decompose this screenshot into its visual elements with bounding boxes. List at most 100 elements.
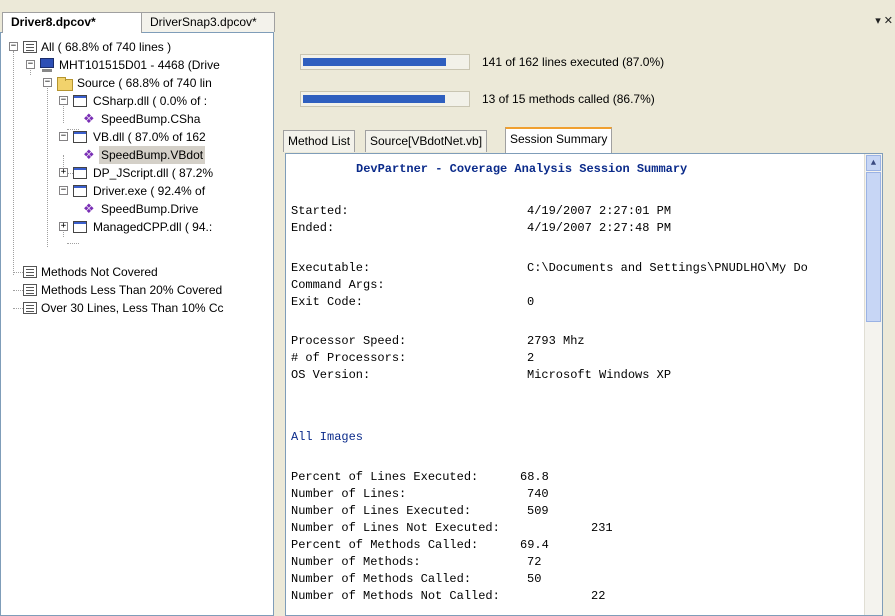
stat-value: 740 <box>527 487 549 501</box>
tree-node-label: DP_JScript.dll ( 87.2% <box>93 166 214 180</box>
collapse-icon[interactable]: − <box>26 60 35 69</box>
processors-value: 2 <box>527 351 535 365</box>
dll-icon <box>73 221 87 233</box>
stat-value: 72 <box>527 555 542 569</box>
tree-node-speedbump-vbdotnet[interactable]: ❖ SpeedBump.VBdot <box>1 146 273 164</box>
stat-label: Number of Lines Executed: <box>291 504 472 518</box>
tree-node-label: Driver.exe ( 92.4% of <box>93 184 206 198</box>
processors-label: # of Processors: <box>291 351 407 365</box>
tab-method-list[interactable]: Method List <box>283 130 356 152</box>
session-summary-report[interactable]: DevPartner - Coverage Analysis Session S… <box>285 153 883 616</box>
collapse-icon[interactable]: − <box>43 78 52 87</box>
tree-node-label: Over 30 Lines, Less Than 10% Cc <box>41 301 224 315</box>
coverage-tree[interactable]: − All ( 68.8% of 740 lines ) − MHT101515… <box>0 32 274 616</box>
stat-value: 231 <box>591 521 613 535</box>
stat-label: Number of Lines Not Executed: <box>291 521 500 535</box>
started-value: 4/19/2007 2:27:01 PM <box>527 204 672 218</box>
tree-node-driver-exe[interactable]: − Driver.exe ( 92.4% of <box>1 182 273 200</box>
stat-label: Percent of Lines Executed: <box>291 470 479 484</box>
os-version-value: Microsoft Windows XP <box>527 368 672 382</box>
tree-node-label: Methods Not Covered <box>41 265 158 279</box>
details-pane: 141 of 162 lines executed (87.0%) 13 of … <box>278 32 895 616</box>
collapse-icon[interactable]: − <box>59 132 68 141</box>
stat-value: 22 <box>591 589 606 603</box>
tree-node-methods-not-covered[interactable]: Methods Not Covered <box>1 263 273 281</box>
tree-node-machine[interactable]: − MHT101515D01 - 4468 (Drive <box>1 56 273 74</box>
list-icon <box>23 302 37 314</box>
tab-menu-icon[interactable]: ▾ ✕ <box>875 14 893 27</box>
ended-value: 4/19/2007 2:27:48 PM <box>527 221 672 235</box>
stat-label: Percent of Methods Called: <box>291 538 479 552</box>
tree-node-label: VB.dll ( 87.0% of 162 <box>93 130 206 144</box>
stat-label: Number of Lines: <box>291 487 407 501</box>
tab-session-summary[interactable]: Session Summary <box>505 127 613 153</box>
list-icon <box>23 284 37 296</box>
tree-node-vb-dll[interactable]: − VB.dll ( 87.0% of 162 <box>1 128 273 146</box>
stat-value: 68.8 <box>520 470 549 484</box>
tree-node-label: SpeedBump.VBdot <box>99 146 206 164</box>
tree-node-all[interactable]: − All ( 68.8% of 740 lines ) <box>1 38 273 56</box>
tree-node-label: SpeedBump.Drive <box>101 202 199 216</box>
tab-driversnap3[interactable]: DriverSnap3.dpcov* <box>141 12 275 32</box>
executable-value: C:\Documents and Settings\PNUDLHO\My Do <box>527 261 808 275</box>
expand-icon[interactable]: + <box>59 168 68 177</box>
scroll-up-icon[interactable]: ▲ <box>866 155 881 171</box>
lines-progress-label: 141 of 162 lines executed (87.0%) <box>482 55 665 69</box>
command-args-label: Command Args: <box>291 278 385 292</box>
all-images-heading: All Images <box>291 430 364 444</box>
method-icon: ❖ <box>83 201 95 216</box>
document-tab-strip: Driver8.dpcov* DriverSnap3.dpcov* ▾ ✕ <box>0 0 895 33</box>
scrollbar-thumb[interactable] <box>866 172 881 322</box>
ended-label: Ended: <box>291 221 335 235</box>
exit-code-label: Exit Code: <box>291 295 364 309</box>
method-icon: ❖ <box>83 147 95 162</box>
tree-node-label: Methods Less Than 20% Covered <box>41 283 223 297</box>
tree-node-speedbump-csharp[interactable]: ❖ SpeedBump.CSha <box>1 110 273 128</box>
lines-progress-bar <box>300 54 470 70</box>
exit-code-value: 0 <box>527 295 535 309</box>
list-icon <box>23 266 37 278</box>
folder-icon <box>57 77 73 91</box>
tree-node-speedbump-driver[interactable]: ❖ SpeedBump.Drive <box>1 200 273 218</box>
stat-value: 509 <box>527 504 549 518</box>
processor-speed-value: 2793 Mhz <box>527 334 585 348</box>
tree-node-label: MHT101515D01 - 4468 (Drive <box>59 58 220 72</box>
tree-node-label: All ( 68.8% of 740 lines ) <box>41 40 172 54</box>
dll-icon <box>73 167 87 179</box>
lines-progress-fill <box>303 58 446 66</box>
methods-progress-label: 13 of 15 methods called (86.7%) <box>482 92 655 106</box>
stat-label: Number of Methods Called: <box>291 572 472 586</box>
tree-node-label: SpeedBump.CSha <box>101 112 201 126</box>
collapse-icon[interactable]: − <box>59 96 68 105</box>
collapse-icon[interactable]: − <box>59 186 68 195</box>
tree-node-label: CSharp.dll ( 0.0% of : <box>93 94 208 108</box>
dll-icon <box>73 95 87 107</box>
list-icon <box>23 41 37 53</box>
collapse-icon[interactable]: − <box>9 42 18 51</box>
expand-icon[interactable]: + <box>59 222 68 231</box>
methods-progress-fill <box>303 95 445 103</box>
tree-node-source[interactable]: − Source ( 68.8% of 740 lin <box>1 74 273 92</box>
tab-driver8[interactable]: Driver8.dpcov* <box>2 12 142 33</box>
method-icon: ❖ <box>83 111 95 126</box>
stat-label: Number of Methods Not Called: <box>291 589 500 603</box>
report-title: DevPartner - Coverage Analysis Session S… <box>356 162 688 176</box>
tree-node-methods-less-20[interactable]: Methods Less Than 20% Covered <box>1 281 273 299</box>
tree-node-over-30-lines[interactable]: Over 30 Lines, Less Than 10% Cc <box>1 299 273 317</box>
tree-node-jscript-dll[interactable]: + DP_JScript.dll ( 87.2% <box>1 164 273 182</box>
started-label: Started: <box>291 204 349 218</box>
executable-label: Executable: <box>291 261 371 275</box>
dll-icon <box>73 131 87 143</box>
stat-label: Number of Methods: <box>291 555 421 569</box>
report-scrollbar[interactable]: ▲ <box>864 154 882 615</box>
methods-progress-bar <box>300 91 470 107</box>
tree-node-managedcpp-dll[interactable]: + ManagedCPP.dll ( 94.: <box>1 218 273 236</box>
exe-icon <box>73 185 87 197</box>
tree-node-csharp-dll[interactable]: − CSharp.dll ( 0.0% of : <box>1 92 273 110</box>
tab-source-vbdotnet[interactable]: Source[VBdotNet.vb] <box>365 130 488 152</box>
stat-value: 69.4 <box>520 538 549 552</box>
tree-node-label: ManagedCPP.dll ( 94.: <box>93 220 213 234</box>
processor-speed-label: Processor Speed: <box>291 334 407 348</box>
tree-node-label: Source ( 68.8% of 740 lin <box>77 76 212 90</box>
computer-icon <box>39 58 55 72</box>
